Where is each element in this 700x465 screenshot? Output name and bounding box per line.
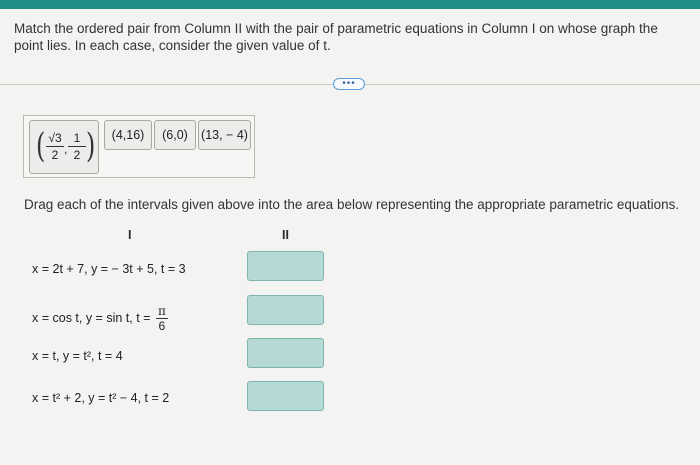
- answer-bank: ( √3 2 , 1 2 ) (4,16) (6,0) (13, − 4): [23, 115, 255, 178]
- tile-label: (6,0): [162, 128, 188, 142]
- ordered-pair-fractions: ( √3 2 , 1 2 ): [35, 126, 96, 166]
- drop-zone-2[interactable]: [247, 295, 324, 325]
- drop-zone-4[interactable]: [247, 381, 324, 411]
- drop-zone-1[interactable]: [247, 251, 324, 281]
- equation-1: x = 2t + 7, y = − 3t + 5, t = 3: [32, 262, 186, 276]
- column-ii-heading: II: [282, 228, 289, 242]
- tile-label: (13, − 4): [201, 128, 248, 142]
- equation-2-fraction: π 6: [155, 304, 168, 333]
- fraction-x-denominator: 2: [51, 148, 59, 162]
- tile-label: (4,16): [111, 128, 145, 142]
- top-accent-bar: [0, 0, 700, 9]
- expand-more-button[interactable]: •••: [333, 78, 365, 90]
- equation-3: x = t, y = t², t = 4: [32, 349, 123, 363]
- fraction-y-denominator: 2: [73, 148, 81, 162]
- right-paren: ): [85, 126, 96, 166]
- column-i-heading: I: [128, 228, 132, 242]
- equation-2-text: x = cos t, y = sin t, t =: [32, 310, 151, 325]
- equation-4: x = t² + 2, y = t² − 4, t = 2: [32, 391, 170, 405]
- question-instructions: Match the ordered pair from Column II wi…: [14, 21, 658, 53]
- equation-2: x = cos t, y = sin t, t = π 6: [32, 304, 168, 333]
- answer-tile-13-neg4[interactable]: (13, − 4): [198, 120, 251, 150]
- fraction-x-numerator: √3: [46, 131, 64, 147]
- fraction-denominator: 6: [158, 319, 166, 333]
- pair-comma: ,: [64, 142, 68, 156]
- left-paren: (: [35, 126, 46, 166]
- drop-zone-3[interactable]: [247, 338, 324, 368]
- fraction-y-numerator: 1: [68, 131, 86, 147]
- fraction-x: √3 2: [46, 131, 64, 162]
- answer-tile-sqrt3-over-2[interactable]: ( √3 2 , 1 2 ): [29, 120, 99, 174]
- answer-tile-6-0[interactable]: (6,0): [154, 120, 196, 150]
- answer-tile-4-16[interactable]: (4,16): [104, 120, 152, 150]
- fraction-y: 1 2: [68, 131, 86, 162]
- drag-instruction: Drag each of the intervals given above i…: [24, 197, 680, 212]
- fraction-numerator: π: [155, 304, 168, 319]
